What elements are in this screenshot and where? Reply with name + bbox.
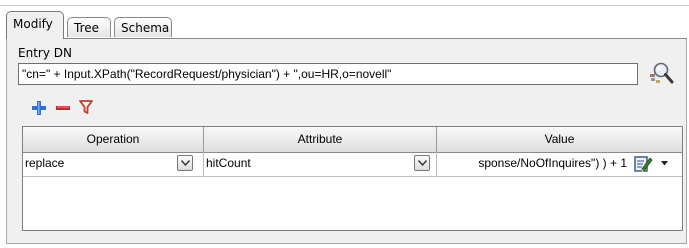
operation-select[interactable]: replace [23, 152, 204, 176]
minus-icon[interactable] [56, 101, 70, 115]
chevron-down-icon [181, 160, 190, 166]
attribute-select[interactable]: hitCount [204, 152, 437, 176]
plus-icon[interactable] [32, 101, 46, 115]
column-header-operation[interactable]: Operation [23, 127, 204, 152]
table-header: Operation Attribute Value [23, 127, 682, 153]
entry-dn-label: Entry DN [18, 46, 72, 60]
tab-modify-label: Modify [13, 17, 53, 31]
attribute-dropdown-button[interactable] [414, 155, 430, 171]
window-top-edge [0, 0, 689, 6]
chevron-down-icon [418, 160, 427, 166]
tab-schema-label: Schema [121, 21, 170, 35]
dn-lookup-magnifier-icon[interactable] [648, 60, 674, 86]
tab-schema[interactable]: Schema [114, 17, 172, 37]
entry-dn-input[interactable]: "cn=" + Input.XPath("RecordRequest/physi… [18, 63, 638, 85]
modifications-table: Operation Attribute Value replace hitCou… [22, 126, 683, 231]
filter-funnel-icon[interactable] [79, 100, 93, 114]
chevron-down-icon[interactable] [661, 161, 668, 166]
attribute-value: hitCount [206, 156, 251, 170]
tab-tree-label: Tree [74, 21, 100, 35]
operation-dropdown-button[interactable] [177, 155, 193, 171]
edit-expression-icon[interactable] [633, 154, 653, 174]
column-header-value[interactable]: Value [437, 127, 682, 152]
column-header-attribute[interactable]: Attribute [204, 127, 437, 152]
table-row[interactable]: replace hitCount sponse/NoOfInquires") )… [23, 152, 682, 177]
tab-tree[interactable]: Tree [67, 17, 111, 37]
tab-modify[interactable]: Modify [6, 11, 64, 39]
tab-strip-divider [6, 38, 687, 39]
value-expression: sponse/NoOfInquires") ) + 1 [478, 156, 627, 170]
operation-value: replace [25, 156, 65, 170]
value-cell[interactable]: sponse/NoOfInquires") ) + 1 [437, 152, 682, 176]
